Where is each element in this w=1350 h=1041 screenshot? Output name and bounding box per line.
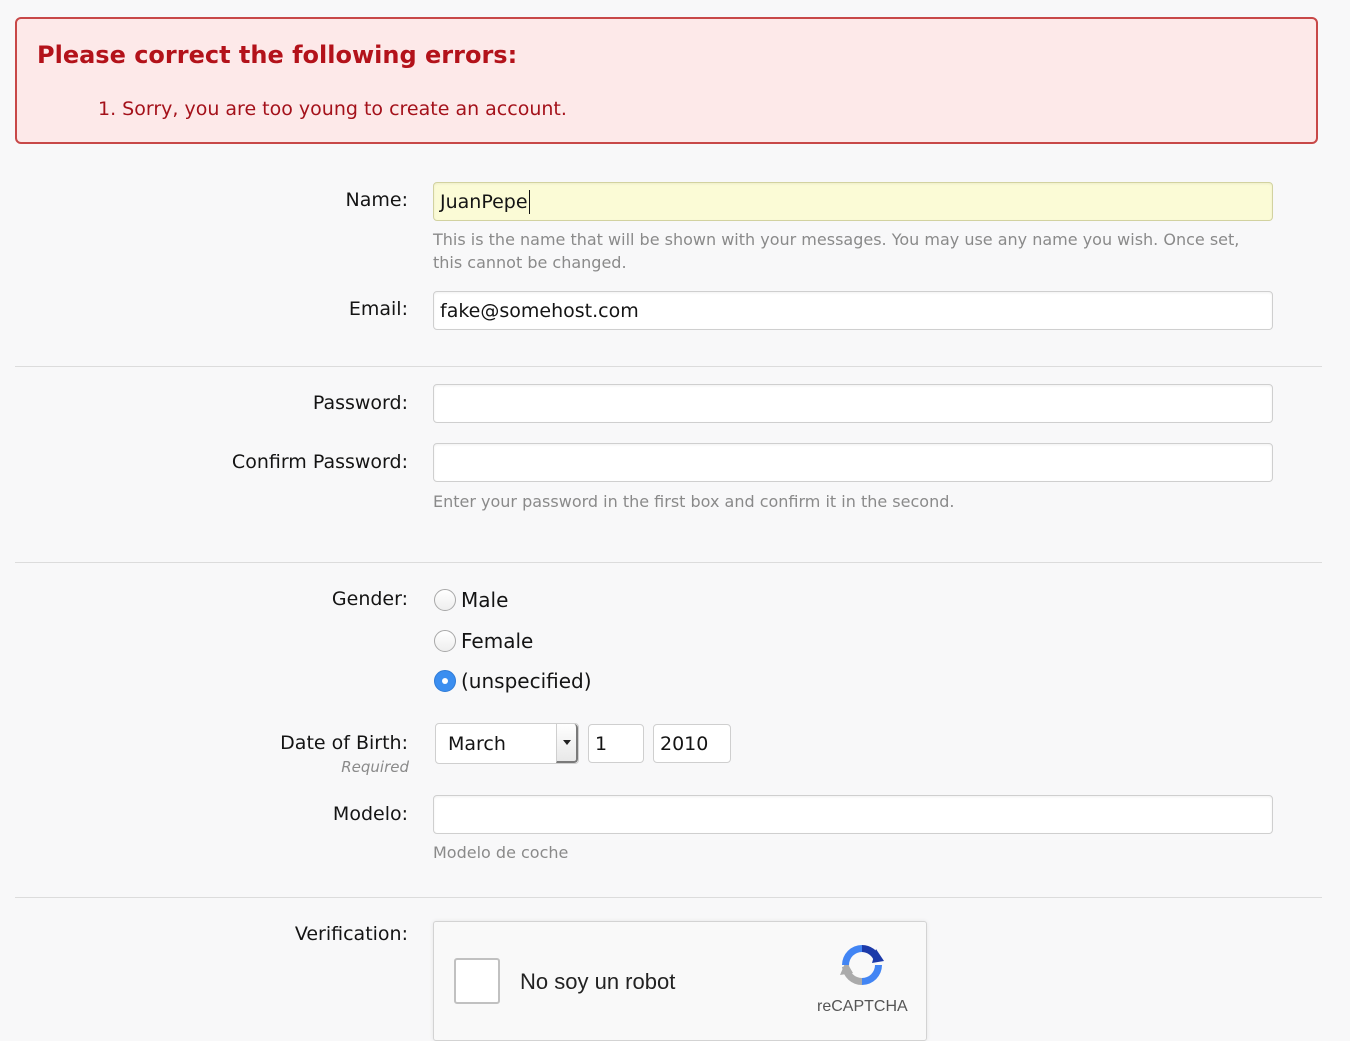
- email-label: Email:: [348, 298, 408, 320]
- modelo-input[interactable]: [433, 795, 1273, 834]
- section-divider: [15, 366, 1322, 367]
- month-select-value: March: [448, 732, 506, 755]
- male-radio[interactable]: [434, 589, 456, 611]
- error-title: Please correct the following errors:: [37, 41, 518, 69]
- section-divider: [15, 562, 1322, 563]
- day-input-value: 1: [595, 732, 608, 755]
- recaptcha-text: No soy un robot: [520, 969, 676, 994]
- dob-required-note: Required: [341, 758, 409, 776]
- email-input-value: fake@somehost.com: [440, 299, 639, 322]
- recaptcha-widget: No soy un robot reCAPTCHA: [433, 921, 927, 1041]
- password-label: Password:: [312, 392, 408, 414]
- recaptcha-logo-icon: [840, 945, 884, 986]
- modelo-hint: Modelo de coche: [433, 843, 569, 862]
- modelo-label: Modelo:: [332, 803, 408, 825]
- password-input[interactable]: [433, 384, 1273, 423]
- recaptcha-brand: reCAPTCHA: [817, 998, 908, 1015]
- gender-label: Gender:: [331, 588, 408, 610]
- recaptcha-checkbox[interactable]: [454, 958, 500, 1004]
- text-caret: [528, 189, 530, 214]
- unspecified-label[interactable]: (unspecified): [461, 669, 592, 693]
- female-label[interactable]: Female: [461, 629, 533, 653]
- day-input[interactable]: 1: [588, 724, 644, 763]
- password-hint: Enter your password in the first box and…: [433, 492, 955, 511]
- confirm-password-input[interactable]: [433, 443, 1273, 482]
- name-label: Name:: [345, 189, 408, 211]
- dropdown-arrow-icon[interactable]: [556, 724, 578, 763]
- error-box: Please correct the following errors: 1. …: [15, 17, 1318, 144]
- gender-option-female[interactable]: Female: [434, 628, 533, 654]
- error-item: 1. Sorry, you are too young to create an…: [98, 98, 567, 120]
- female-radio[interactable]: [434, 630, 456, 652]
- month-select[interactable]: March: [435, 723, 579, 764]
- name-input[interactable]: JuanPepe: [433, 182, 1273, 221]
- verification-label: Verification:: [294, 923, 408, 945]
- male-label[interactable]: Male: [461, 588, 508, 612]
- name-input-value: JuanPepe: [440, 190, 528, 213]
- year-input[interactable]: 2010: [653, 724, 731, 763]
- year-input-value: 2010: [660, 732, 709, 755]
- email-input[interactable]: fake@somehost.com: [433, 291, 1273, 330]
- section-divider: [15, 897, 1322, 898]
- dob-label: Date of Birth:: [280, 732, 408, 754]
- gender-option-unspecified[interactable]: (unspecified): [434, 668, 592, 694]
- confirm-password-label: Confirm Password:: [231, 451, 408, 473]
- unspecified-radio[interactable]: [434, 670, 456, 692]
- gender-option-male[interactable]: Male: [434, 587, 508, 613]
- name-hint: This is the name that will be shown with…: [433, 230, 1240, 272]
